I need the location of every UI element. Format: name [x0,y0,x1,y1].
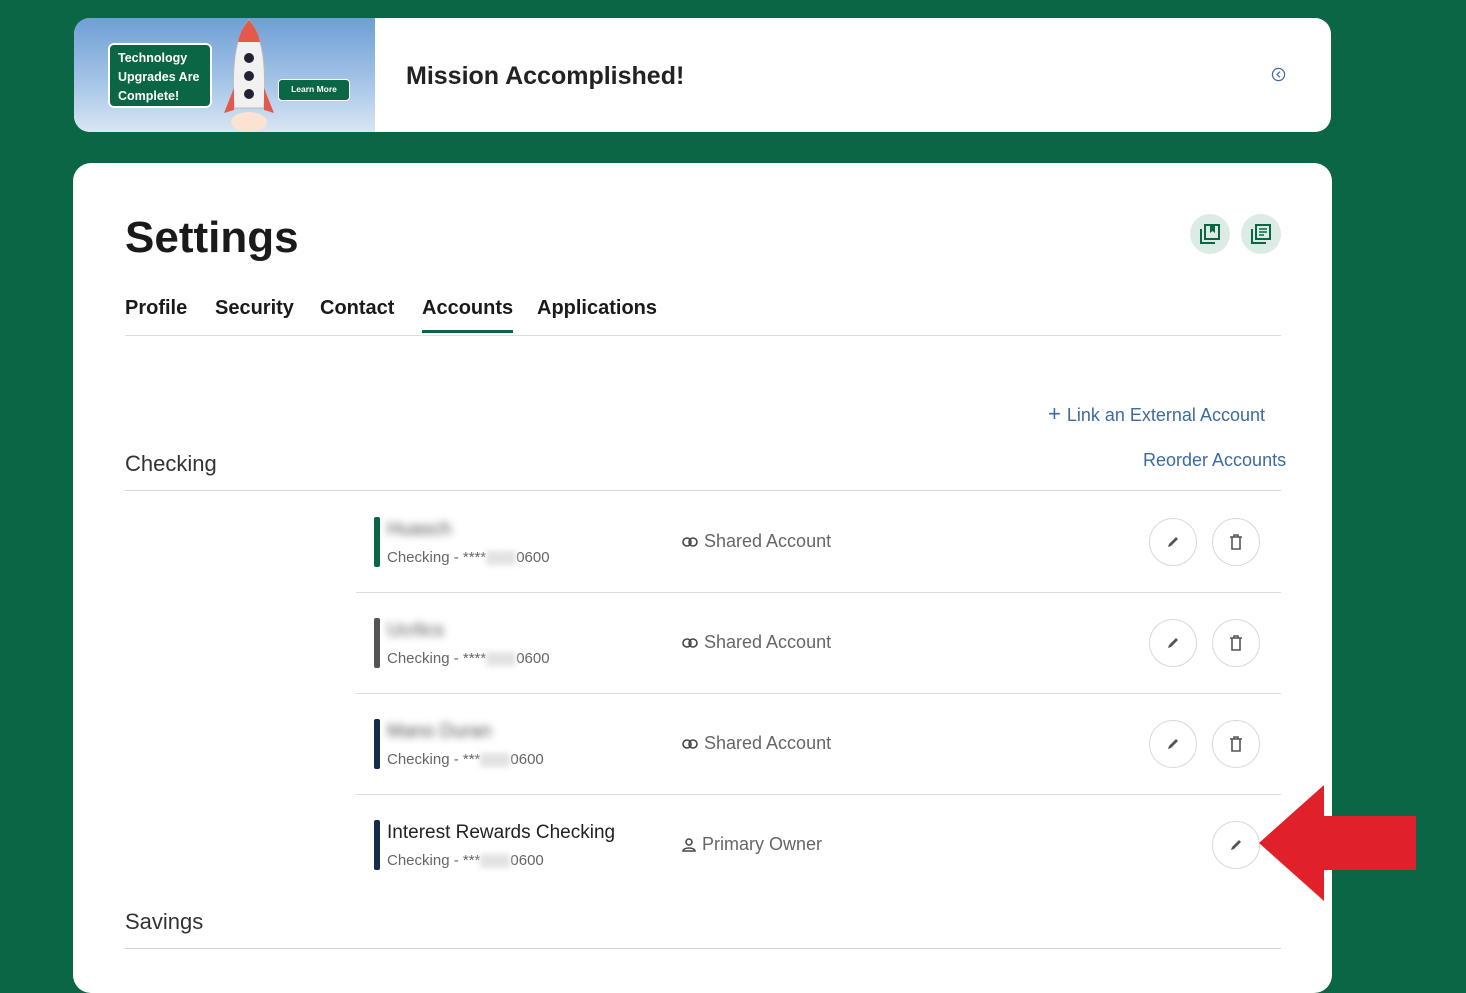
account-number: Checking - **** 0600 [387,549,550,566]
section-divider [125,490,1281,491]
trash-icon [1230,736,1242,752]
row-divider [356,592,1281,593]
pencil-icon [1168,537,1178,547]
edit-account-button[interactable] [1149,619,1197,667]
documents-button[interactable] [1241,214,1281,254]
account-last4: 0600 [510,852,544,869]
account-color-bar [374,517,380,567]
account-last4: 0600 [516,650,550,667]
red-arrow-annotation-icon [1259,785,1416,901]
account-number: Checking - *** 0600 [387,751,544,768]
statements-button[interactable] [1190,214,1230,254]
account-type-prefix: Checking - **** [387,549,487,566]
account-color-bar [374,618,380,668]
account-relation: Shared Account [682,531,831,552]
bookmark-document-icon [1200,224,1220,244]
edit-account-button[interactable] [1149,518,1197,566]
masked-digits [486,551,517,566]
account-color-bar [374,719,380,769]
section-divider [125,948,1281,949]
tab-accounts[interactable]: Accounts [422,297,514,333]
account-name: Ucrlics [387,620,444,641]
masked-digits [486,652,517,667]
account-type-prefix: Checking - *** [387,852,481,869]
tab-security[interactable]: Security [215,297,294,330]
link-external-account-label: Link an External Account [1066,405,1265,425]
section-title-checking: Checking [125,451,217,476]
tab-contact[interactable]: Contact [320,297,394,330]
masked-digits [480,854,511,869]
account-number: Checking - **** 0600 [387,650,550,667]
section-title-savings: Savings [125,909,204,934]
delete-account-button[interactable] [1212,619,1260,667]
pencil-icon [1168,638,1178,648]
account-relation: Shared Account [682,733,831,754]
tab-applications[interactable]: Applications [537,297,657,330]
promo-ad-text: Technology Upgrades Are Complete! [108,43,212,108]
tab-profile[interactable]: Profile [125,297,187,330]
delete-account-button[interactable] [1212,518,1260,566]
edit-account-button[interactable] [1149,720,1197,768]
account-name: Huasch [387,519,452,540]
row-divider [356,794,1281,795]
pencil-icon [1168,739,1178,749]
edit-account-button[interactable] [1212,821,1260,869]
banner-title: Mission Accomplished! [406,62,685,90]
account-last4: 0600 [510,751,544,768]
masked-digits [480,753,511,768]
promo-banner: Technology Upgrades Are Complete! Learn … [74,18,1331,132]
link-icon [682,637,698,648]
settings-tabs: Profile Security Contact Accounts Applic… [125,297,1281,336]
trash-icon [1230,534,1242,550]
document-list-icon [1251,224,1271,244]
plus-icon: + [1048,401,1061,426]
account-number: Checking - *** 0600 [387,852,544,869]
account-last4: 0600 [516,549,550,566]
account-name: Interest Rewards Checking [387,822,616,843]
link-external-account-link[interactable]: + Link an External Account [1048,401,1265,427]
collapse-banner-icon[interactable] [1271,67,1286,82]
rocket-icon [224,19,274,132]
account-relation: Primary Owner [682,834,822,855]
account-relation-label: Shared Account [704,531,832,551]
settings-card: Settings Profile Security Contact Accoun… [73,163,1332,993]
page-title: Settings [125,213,299,262]
trash-icon [1230,635,1242,651]
delete-account-button[interactable] [1212,720,1260,768]
account-type-prefix: Checking - **** [387,650,487,667]
account-relation: Shared Account [682,632,831,653]
account-relation-label: Shared Account [704,733,832,753]
account-relation-label: Primary Owner [702,834,823,854]
account-color-bar [374,820,380,870]
link-icon [682,738,698,749]
account-relation-label: Shared Account [704,632,832,652]
promo-ad-image[interactable]: Technology Upgrades Are Complete! Learn … [74,18,375,132]
account-type-prefix: Checking - *** [387,751,481,768]
learn-more-button[interactable]: Learn More [278,79,350,101]
reorder-accounts-link[interactable]: Reorder Accounts [1143,450,1286,471]
pencil-icon [1231,840,1241,850]
row-divider [356,693,1281,694]
person-icon [682,837,696,852]
account-name: Mano Duran [387,721,492,742]
link-icon [682,536,698,547]
